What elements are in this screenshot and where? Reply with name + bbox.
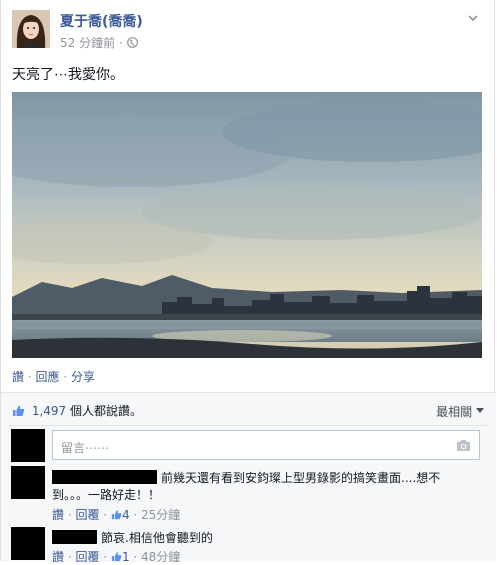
thumbs-up-icon [111,551,122,562]
like-link[interactable]: 讚 [12,370,24,384]
comment-1-actions: 讚 · 回覆 · 4 · 25分鐘 [52,508,181,522]
redacted-name [52,530,97,544]
divider [9,425,488,426]
action-separator: · [63,370,68,384]
comment-time[interactable]: 25分鐘 [141,508,180,522]
author-name[interactable]: 夏于喬(喬喬) [60,11,143,31]
comment-placeholder: 留言⋯⋯ [61,441,110,455]
post-actions: 讚 · 回應 · 分享 [12,368,95,385]
post-photo[interactable] [0,92,497,358]
post-timestamp[interactable]: 52 分鐘前 [60,36,115,50]
caret-down-icon [476,408,484,413]
comment-like-count[interactable]: 4 [122,508,130,522]
comment-2-text: 節哀.相信他會聽到的 [52,530,213,547]
sort-label: 最相關 [436,405,473,419]
comment-link[interactable]: 回應 [36,370,60,384]
comment-2-actions: 讚 · 回覆 · 1 · 48分鐘 [52,550,181,564]
author-avatar[interactable] [12,10,50,48]
globe-icon[interactable] [126,37,138,48]
comment-sort-dropdown[interactable]: 最相關 [436,403,484,420]
comment-reply-link[interactable]: 回覆 [75,550,99,564]
like-text: 個人都說讚。 [70,404,143,418]
meta-separator: · [118,36,123,50]
comment-reply-link[interactable]: 回覆 [75,508,99,522]
comment-like-link[interactable]: 讚 [52,550,64,564]
chevron-down-icon[interactable] [466,10,480,24]
thumbs-up-icon [12,404,25,417]
comment-input[interactable]: 留言⋯⋯ [52,430,480,460]
post-status-text: 天亮了⋯我愛你。 [12,67,124,83]
commenter-avatar[interactable] [11,429,45,462]
comment-avatar[interactable] [11,466,45,499]
like-count[interactable]: 1,497 [32,404,66,418]
comment-2-line1: 節哀.相信他會聽到的 [101,531,213,545]
comment-time[interactable]: 48分鐘 [141,550,180,564]
feed-post: 夏于喬(喬喬) 52 分鐘前 · 天亮了⋯我愛你。 讚 · 回應 · 分享 1,… [0,0,497,564]
comment-like-count[interactable]: 1 [122,550,130,564]
comment-1-text: 前幾天還有看到安鈞璨上型男錄影的搞笑畫面....想不 到。。。一路好走！！ [52,470,440,504]
post-meta: 52 分鐘前 · [60,34,138,51]
like-summary: 1,497 個人都說讚。 [12,402,142,419]
camera-icon[interactable] [456,439,471,452]
action-separator: · [27,370,32,384]
comment-like-link[interactable]: 讚 [52,508,64,522]
comments-section: 1,497 個人都說讚。 最相關 留言⋯⋯ 前幾天還有看到安鈞璨上型男錄影的搞笑… [1,392,496,564]
comment-1-line2: 到。。。一路好走！！ [52,488,161,502]
share-link[interactable]: 分享 [71,370,95,384]
thumbs-up-icon [111,509,122,520]
comment-avatar[interactable] [11,527,45,560]
redacted-name [52,470,157,484]
comment-1-line1: 前幾天還有看到安鈞璨上型男錄影的搞笑畫面....想不 [161,471,441,485]
